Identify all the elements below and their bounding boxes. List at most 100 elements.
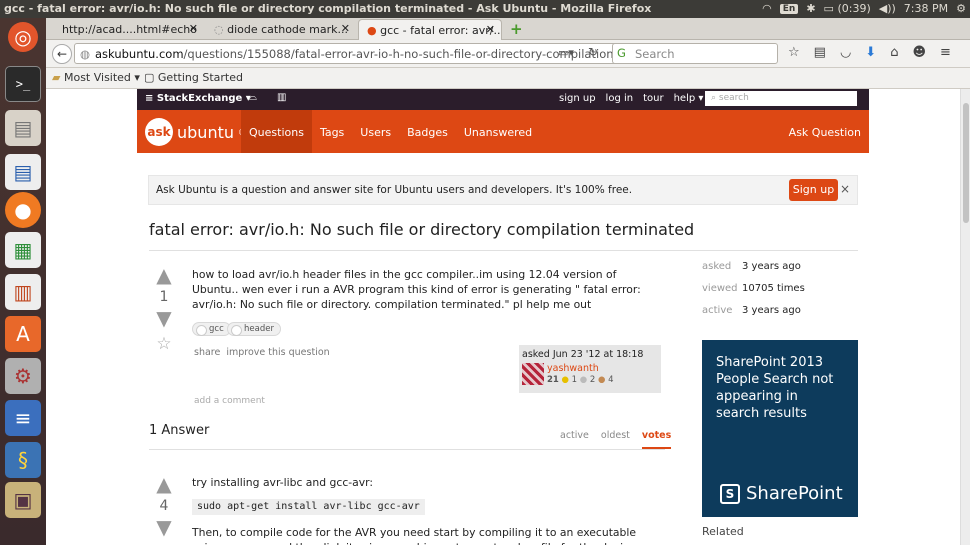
- help-link[interactable]: help ▾: [674, 93, 704, 104]
- home-icon[interactable]: ⌂: [890, 45, 898, 60]
- system-settings-icon[interactable]: ⚙: [5, 358, 41, 394]
- ad-brand: S SharePoint: [720, 483, 843, 504]
- downvote-arrow-icon[interactable]: ▼: [152, 308, 176, 328]
- avatar[interactable]: [522, 363, 544, 385]
- stat-active[interactable]: 3 years ago: [742, 305, 801, 316]
- upvote-arrow-icon[interactable]: ▲: [152, 474, 176, 494]
- share-link[interactable]: share: [194, 347, 220, 358]
- sign-up-link[interactable]: sign up: [559, 93, 596, 104]
- settings-gear-icon[interactable]: ⚙: [956, 2, 966, 15]
- tag-header[interactable]: header: [227, 322, 281, 336]
- tab-2[interactable]: ◌ diode cathode mark... ✕: [206, 19, 356, 40]
- page-icon: ◌: [214, 23, 228, 36]
- files-icon[interactable]: ▤: [5, 110, 41, 146]
- gold-badge-icon: ●: [561, 375, 569, 385]
- python-icon[interactable]: §: [5, 442, 41, 478]
- globe-icon: ◍: [80, 47, 91, 61]
- stat-label: asked: [702, 261, 732, 272]
- bookmark-most-visited[interactable]: ▰ Most Visited ▾: [52, 71, 140, 84]
- reader-view-icon[interactable]: ▭▾: [558, 46, 574, 59]
- battery-indicator[interactable]: ▭ (0:39): [824, 2, 871, 15]
- improve-question-link[interactable]: improve this question: [226, 347, 329, 358]
- favorite-star-icon[interactable]: ☆: [152, 334, 176, 354]
- bookmarks-toolbar: ▰ Most Visited ▾ ▢ Getting Started: [46, 68, 970, 89]
- tab-label: http://acad....html#echo: [62, 23, 197, 36]
- close-tab-icon[interactable]: ✕: [341, 22, 350, 35]
- question-vote-cell: ▲ 1 ▼ ☆: [152, 265, 176, 354]
- ubuntu-dash-icon[interactable]: ◎: [8, 22, 38, 52]
- notice-text: Ask Ubuntu is a question and answer site…: [156, 184, 633, 196]
- terminal-icon[interactable]: >_: [5, 66, 41, 102]
- bookmark-star-icon[interactable]: ☆: [788, 45, 800, 60]
- close-tab-icon[interactable]: ✕: [189, 22, 198, 35]
- nav-users[interactable]: Users: [352, 110, 399, 153]
- nav-tags[interactable]: Tags: [312, 110, 352, 153]
- askubuntu-favicon-icon: ●: [367, 24, 381, 37]
- gold-count: 1: [571, 375, 578, 385]
- downvote-arrow-icon[interactable]: ▼: [152, 517, 176, 537]
- chat-icon[interactable]: ☻: [912, 45, 926, 60]
- main-nav: Questions Tags Users Badges Unanswered: [241, 110, 540, 153]
- question-title[interactable]: fatal error: avr/io.h: No such file or d…: [149, 220, 694, 239]
- ad-text: SharePoint 2013 People Search not appear…: [716, 355, 834, 421]
- tab-1[interactable]: http://acad....html#echo ✕: [54, 19, 204, 40]
- reload-icon[interactable]: ↻: [588, 45, 598, 59]
- clock[interactable]: 7:38 PM: [904, 2, 948, 15]
- ask-question-button[interactable]: Ask Question: [789, 126, 861, 139]
- calc-icon[interactable]: ▦: [5, 232, 41, 268]
- software-center-icon[interactable]: A: [5, 316, 41, 352]
- writer-icon[interactable]: ▤: [5, 154, 41, 190]
- impress-icon[interactable]: ▥: [5, 274, 41, 310]
- new-tab-plus-icon[interactable]: +: [510, 20, 523, 38]
- question-vote-count: 1: [159, 289, 169, 305]
- achievements-icon[interactable]: ▥: [277, 92, 286, 103]
- user-name-link[interactable]: yashwanth: [547, 363, 599, 374]
- page-scrollbar[interactable]: [960, 89, 970, 545]
- answer-vote-cell: ▲ 4 ▼: [152, 474, 176, 537]
- answer-vote-count: 4: [159, 498, 169, 514]
- tab-votes[interactable]: votes: [641, 430, 672, 449]
- sign-up-button[interactable]: Sign up: [789, 179, 838, 201]
- add-comment-link[interactable]: add a comment: [194, 396, 265, 406]
- pocket-icon[interactable]: ◡: [840, 45, 851, 60]
- site-search-placeholder: search: [718, 93, 749, 103]
- stackexchange-menu[interactable]: ≡ StackExchange ▾: [145, 93, 251, 104]
- tab-oldest[interactable]: oldest: [601, 430, 630, 449]
- sharepoint-logo-icon: S: [720, 483, 740, 504]
- search-input[interactable]: G Search: [612, 43, 778, 64]
- tour-link[interactable]: tour: [643, 93, 664, 104]
- question-menu: share improve this question: [194, 347, 330, 358]
- askubuntu-logo[interactable]: ask ubuntu®: [145, 118, 246, 146]
- question-body: how to load avr/io.h header files in the…: [192, 268, 641, 311]
- keyboard-language[interactable]: En: [779, 3, 799, 14]
- tab-3-active[interactable]: ● gcc - fatal error: avr/... ✕: [358, 19, 502, 40]
- firefox-icon[interactable]: ●: [5, 192, 41, 228]
- tab-active[interactable]: active: [560, 430, 589, 449]
- bluetooth-icon[interactable]: ✱: [806, 2, 815, 15]
- window-title: gcc - fatal error: avr/io.h: No such fil…: [4, 2, 652, 15]
- scrollbar-thumb[interactable]: [963, 103, 969, 223]
- nav-badges[interactable]: Badges: [399, 110, 456, 153]
- close-tab-icon[interactable]: ✕: [486, 23, 495, 36]
- text-editor-icon[interactable]: ≡: [5, 400, 41, 436]
- log-in-link[interactable]: log in: [606, 93, 634, 104]
- bookmarks-list-icon[interactable]: ▤: [814, 45, 826, 60]
- sharepoint-ad[interactable]: SharePoint 2013 People Search not appear…: [702, 340, 858, 517]
- user-reputation: 21 ● 1 ● 2 ● 4: [547, 375, 614, 385]
- upvote-arrow-icon[interactable]: ▲: [152, 265, 176, 285]
- volume-icon[interactable]: ◀)): [879, 2, 896, 15]
- bookmark-getting-started[interactable]: ▢ Getting Started: [144, 71, 243, 84]
- related-heading: Related: [702, 525, 744, 538]
- tag-gcc[interactable]: gcc: [192, 322, 231, 336]
- downloads-icon[interactable]: ⬇: [865, 45, 876, 60]
- image-viewer-icon[interactable]: ▣: [5, 482, 41, 518]
- nav-questions[interactable]: Questions: [241, 110, 312, 153]
- wifi-icon[interactable]: ◠: [762, 2, 772, 15]
- battery-text: (0:39): [837, 2, 871, 15]
- close-icon[interactable]: ×: [840, 182, 850, 196]
- inbox-icon[interactable]: ⌓: [249, 92, 257, 103]
- site-search-input[interactable]: ⌕ search: [705, 91, 857, 106]
- nav-unanswered[interactable]: Unanswered: [456, 110, 540, 153]
- menu-icon[interactable]: ≡: [940, 45, 951, 60]
- back-arrow-icon[interactable]: ←: [52, 44, 72, 64]
